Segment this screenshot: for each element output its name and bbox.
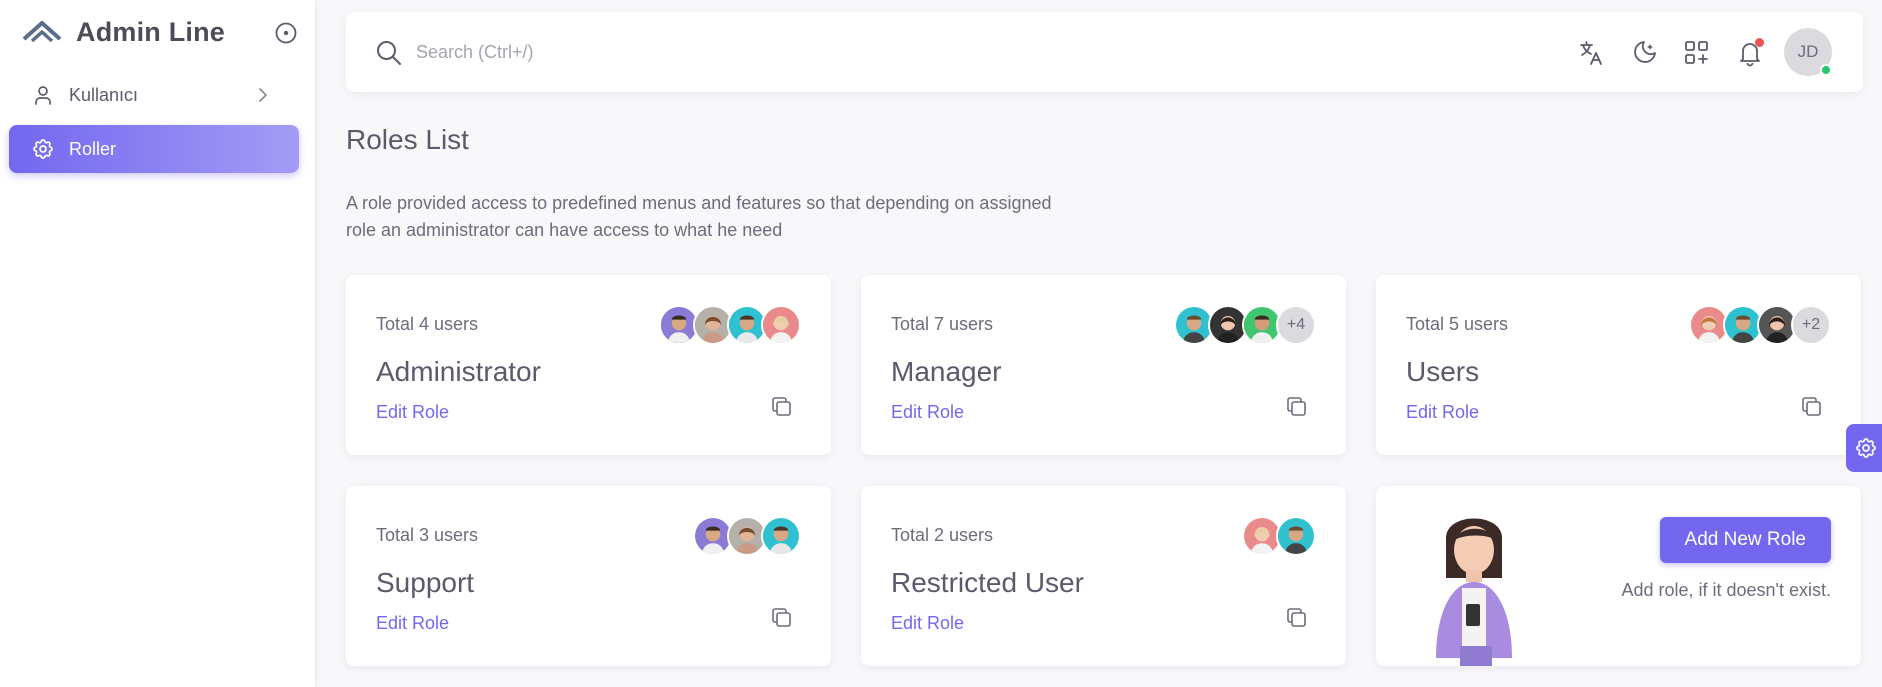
edit-role-link[interactable]: Edit Role [376, 613, 449, 634]
app-name: Admin Line [76, 16, 225, 47]
sidebar-item-roller[interactable]: Roller [9, 125, 299, 173]
avatar-more-count[interactable]: +2 [1791, 305, 1831, 345]
gear-icon [31, 137, 55, 161]
avatar-group: +2 [1689, 305, 1831, 345]
role-card-manager: Total 7 users +4 Manager Edit Role [861, 275, 1346, 455]
customizer-toggle[interactable] [1846, 424, 1882, 472]
sidebar-item-kullanici[interactable]: Kullanıcı [9, 71, 299, 119]
logo-icon [22, 21, 62, 43]
edit-role-link[interactable]: Edit Role [376, 402, 449, 423]
translate-icon [1580, 41, 1602, 65]
notification-dot [1755, 38, 1764, 47]
role-card-administrator: Total 4 users Administrator Edit Role [346, 275, 831, 455]
role-name: Administrator [376, 356, 541, 387]
notifications-button[interactable] [1734, 37, 1766, 69]
chevron-right-icon [259, 88, 267, 102]
avatar[interactable] [761, 516, 801, 556]
user-avatar[interactable]: JD [1784, 28, 1832, 76]
moon-icon [1634, 41, 1656, 63]
page-description: A role provided access to predefined men… [346, 193, 1052, 240]
role-user-count: Total 7 users [891, 314, 994, 334]
sidebar-item-label: Roller [69, 138, 117, 159]
copy-icon[interactable] [1799, 394, 1825, 420]
top-navbar: JD [346, 12, 1863, 92]
role-card-restricted-user: Total 2 users Restricted User Edit Role [861, 486, 1346, 666]
search-input[interactable] [416, 37, 1016, 67]
role-card-users: Total 5 users +2 Users Edit Role [1376, 275, 1861, 455]
avatar-more-count[interactable]: +4 [1276, 305, 1316, 345]
copy-icon[interactable] [1284, 605, 1310, 631]
shortcuts-button[interactable] [1681, 37, 1713, 69]
role-user-count: Total 5 users [1406, 314, 1509, 334]
avatar-group [693, 516, 801, 556]
role-card-support: Total 3 users Support Edit Role [346, 486, 831, 666]
avatar-group [1242, 516, 1316, 556]
search-icon[interactable] [374, 38, 404, 68]
character-illustration [1436, 518, 1512, 666]
avatar-group [659, 305, 801, 345]
avatar[interactable] [761, 305, 801, 345]
grid-add-icon [1685, 41, 1708, 64]
sidebar-toggle-icon[interactable] [274, 21, 298, 45]
role-name: Restricted User [891, 567, 1084, 598]
role-name: Manager [891, 356, 1002, 387]
online-status-dot [1820, 64, 1832, 76]
sidebar: Admin Line Kullanıcı Roller [0, 0, 316, 687]
avatar-group: +4 [1174, 305, 1316, 345]
avatar[interactable] [1276, 516, 1316, 556]
role-user-count: Total 2 users [891, 525, 994, 545]
role-name: Support [376, 567, 475, 598]
role-user-count: Total 4 users [376, 314, 479, 334]
add-new-role-button[interactable]: Add New Role [1659, 517, 1831, 563]
copy-icon[interactable] [769, 605, 795, 631]
gear-icon [1856, 438, 1876, 458]
copy-icon[interactable] [769, 394, 795, 420]
add-role-hint: Add role, if it doesn't exist. [1621, 580, 1831, 600]
role-name: Users [1406, 356, 1480, 387]
edit-role-link[interactable]: Edit Role [1406, 402, 1479, 423]
role-user-count: Total 3 users [376, 525, 479, 545]
sidebar-item-label: Kullanıcı [69, 84, 139, 105]
theme-toggle-button[interactable] [1628, 37, 1660, 69]
user-icon [31, 83, 55, 107]
user-initials: JD [1797, 42, 1819, 61]
add-role-card: Add New Role Add role, if it doesn't exi… [1376, 486, 1861, 666]
page-title: Roles List [346, 124, 469, 155]
copy-icon[interactable] [1284, 394, 1310, 420]
brand[interactable]: Admin Line [22, 12, 225, 52]
edit-role-link[interactable]: Edit Role [891, 613, 964, 634]
edit-role-link[interactable]: Edit Role [891, 402, 964, 423]
translate-button[interactable] [1576, 37, 1608, 69]
